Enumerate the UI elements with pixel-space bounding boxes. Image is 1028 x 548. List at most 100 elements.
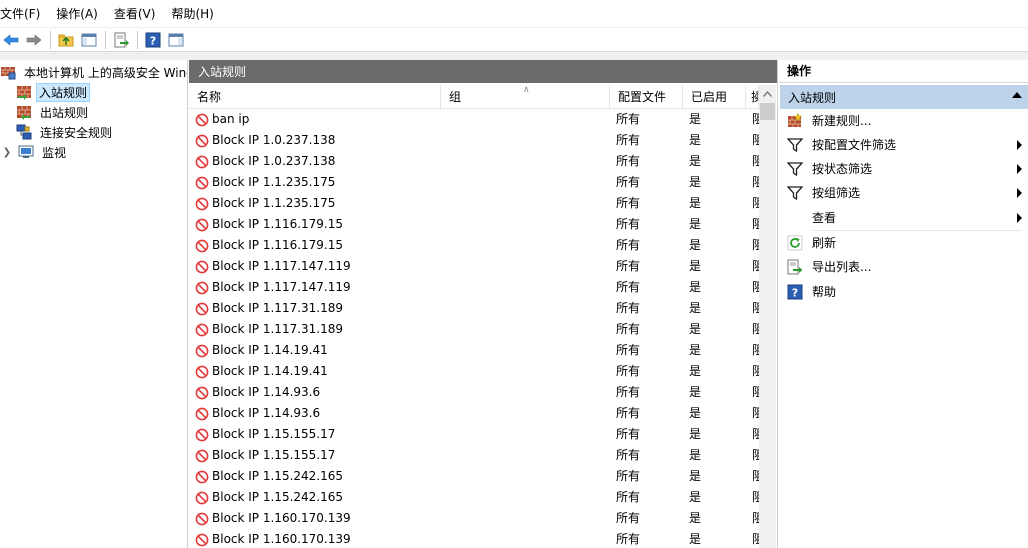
submenu-arrow-icon xyxy=(1017,213,1022,223)
action-pane-icon[interactable] xyxy=(165,29,187,51)
table-row[interactable]: Block IP 1.15.242.165 所有 是 阻 xyxy=(189,487,759,508)
action-filter-by-profile[interactable]: 按配置文件筛选 xyxy=(779,133,1028,157)
back-arrow-icon[interactable] xyxy=(0,29,22,51)
cell-action: 阻 xyxy=(752,235,759,256)
submenu-arrow-icon xyxy=(1017,140,1022,150)
cell-action: 阻 xyxy=(752,361,759,382)
pane-title: 入站规则 xyxy=(189,60,777,83)
block-rule-icon xyxy=(195,491,209,504)
table-row[interactable]: Block IP 1.116.179.15 所有 是 阻 xyxy=(189,214,759,235)
column-action[interactable]: 操 xyxy=(746,85,759,109)
block-rule-icon xyxy=(195,407,209,420)
cell-profile: 所有 xyxy=(616,238,641,252)
cell-group xyxy=(447,403,607,424)
toolbar: ? xyxy=(0,28,1028,52)
table-row[interactable]: Block IP 1.1.235.175 所有 是 阻 xyxy=(189,172,759,193)
tree-item-monitor[interactable]: ❯ 监视 xyxy=(2,142,70,162)
cell-name: Block IP 1.117.31.189 xyxy=(195,319,439,340)
cell-enabled: 是 xyxy=(689,217,702,231)
table-row[interactable]: Block IP 1.117.147.119 所有 是 阻 xyxy=(189,277,759,298)
table-row[interactable]: Block IP 1.14.93.6 所有 是 阻 xyxy=(189,382,759,403)
chevron-right-icon[interactable]: ❯ xyxy=(2,147,12,158)
cell-action: 阻 xyxy=(752,508,759,529)
table-row[interactable]: Block IP 1.0.237.138 所有 是 阻 xyxy=(189,130,759,151)
action-filter-by-group[interactable]: 按组筛选 xyxy=(779,181,1028,205)
block-rule-icon xyxy=(195,365,209,378)
cell-profile: 所有 xyxy=(616,301,641,315)
table-row[interactable]: Block IP 1.15.242.165 所有 是 阻 xyxy=(189,466,759,487)
cell-name: Block IP 1.15.242.165 xyxy=(195,466,439,487)
cell-enabled: 是 xyxy=(689,427,702,441)
action-refresh[interactable]: 刷新 xyxy=(779,231,1028,255)
cell-enabled: 是 xyxy=(689,532,702,546)
table-row[interactable]: Block IP 1.117.31.189 所有 是 阻 xyxy=(189,319,759,340)
cell-name: Block IP 1.117.147.119 xyxy=(195,256,439,277)
tree-item-inbound-rules[interactable]: 入站规则 xyxy=(16,82,91,102)
firewall-computer-icon xyxy=(1,67,16,80)
show-hide-console-tree-icon[interactable] xyxy=(78,29,100,51)
table-row[interactable]: Block IP 1.1.235.175 所有 是 阻 xyxy=(189,193,759,214)
cell-group xyxy=(447,382,607,403)
rules-table-body: ban ip所有是阻Block IP 1.0.237.138所有是阻Block … xyxy=(189,109,759,548)
action-help[interactable]: ? 帮助 xyxy=(779,280,1028,304)
tree-item-outbound-rules[interactable]: 出站规则 xyxy=(16,102,92,122)
rule-name: Block IP 1.116.179.15 xyxy=(212,217,344,231)
column-profile[interactable]: 配置文件 xyxy=(610,85,683,109)
cell-enabled: 是 xyxy=(689,259,702,273)
menu-view[interactable]: 查看(V) xyxy=(106,0,164,28)
cell-name: Block IP 1.14.93.6 xyxy=(195,382,439,403)
tree-item-label: 连接安全规则 xyxy=(40,125,113,140)
table-row[interactable]: Block IP 1.14.93.6 所有 是 阻 xyxy=(189,403,759,424)
cell-profile: 所有 xyxy=(616,385,641,399)
table-row[interactable]: Block IP 1.160.170.139 所有 是 阻 xyxy=(189,529,759,548)
action-label: 按组筛选 xyxy=(812,186,861,200)
cell-group xyxy=(447,214,607,235)
block-rule-icon xyxy=(195,176,209,189)
cell-profile: 所有 xyxy=(616,427,641,441)
tree-root[interactable]: 本地计算机 上的高级安全 Windows Defender 防火墙 xyxy=(0,62,187,82)
scroll-up-icon[interactable] xyxy=(759,85,776,102)
folder-up-icon[interactable] xyxy=(55,29,77,51)
table-row[interactable]: Block IP 1.160.170.139 所有 是 阻 xyxy=(189,508,759,529)
inbound-rules-icon xyxy=(17,86,31,100)
action-label: 按状态筛选 xyxy=(812,162,873,176)
cell-name: Block IP 1.160.170.139 xyxy=(195,508,439,529)
cell-name: Block IP 1.1.235.175 xyxy=(195,172,439,193)
action-view[interactable]: 查看 xyxy=(779,206,1028,230)
scroll-thumb[interactable] xyxy=(760,103,775,120)
table-row[interactable]: Block IP 1.15.155.17 所有 是 阻 xyxy=(189,445,759,466)
action-filter-by-state[interactable]: 按状态筛选 xyxy=(779,157,1028,181)
table-row[interactable]: Block IP 1.14.19.41 所有 是 阻 xyxy=(189,340,759,361)
forward-arrow-icon[interactable] xyxy=(23,29,45,51)
collapse-up-icon[interactable] xyxy=(1012,92,1022,98)
column-name[interactable]: 名称 xyxy=(189,85,441,109)
table-row[interactable]: ban ip 所有 是 阻 xyxy=(189,109,759,130)
cell-group xyxy=(447,487,607,508)
menu-action[interactable]: 操作(A) xyxy=(48,0,106,28)
block-rule-icon xyxy=(195,197,209,210)
cell-action: 阻 xyxy=(752,445,759,466)
actions-section-inbound[interactable]: 入站规则 xyxy=(780,85,1028,109)
rule-name: ban ip xyxy=(212,112,250,126)
action-new-rule[interactable]: 新建规则... xyxy=(779,109,1028,133)
table-row[interactable]: Block IP 1.15.155.17 所有 是 阻 xyxy=(189,424,759,445)
svg-text:?: ? xyxy=(792,287,798,300)
table-row[interactable]: Block IP 1.117.147.119 所有 是 阻 xyxy=(189,256,759,277)
help-icon[interactable]: ? xyxy=(142,29,164,51)
rule-name: Block IP 1.14.93.6 xyxy=(212,385,321,399)
block-rule-icon xyxy=(195,533,209,546)
cell-enabled: 是 xyxy=(689,196,702,210)
column-enabled[interactable]: 已启用 xyxy=(683,85,746,109)
cell-name: Block IP 1.116.179.15 xyxy=(195,214,439,235)
table-row[interactable]: Block IP 1.0.237.138 所有 是 阻 xyxy=(189,151,759,172)
menu-help[interactable]: 帮助(H) xyxy=(163,0,221,28)
cell-profile: 所有 xyxy=(616,343,641,357)
menu-file[interactable]: 文件(F) xyxy=(0,0,48,28)
vertical-scrollbar[interactable] xyxy=(759,85,776,548)
tree-item-connection-security[interactable]: 连接安全规则 xyxy=(16,122,116,142)
table-row[interactable]: Block IP 1.14.19.41 所有 是 阻 xyxy=(189,361,759,382)
table-row[interactable]: Block IP 1.117.31.189 所有 是 阻 xyxy=(189,298,759,319)
table-row[interactable]: Block IP 1.116.179.15 所有 是 阻 xyxy=(189,235,759,256)
action-export-list[interactable]: 导出列表... xyxy=(779,255,1028,279)
export-list-icon[interactable] xyxy=(110,29,132,51)
